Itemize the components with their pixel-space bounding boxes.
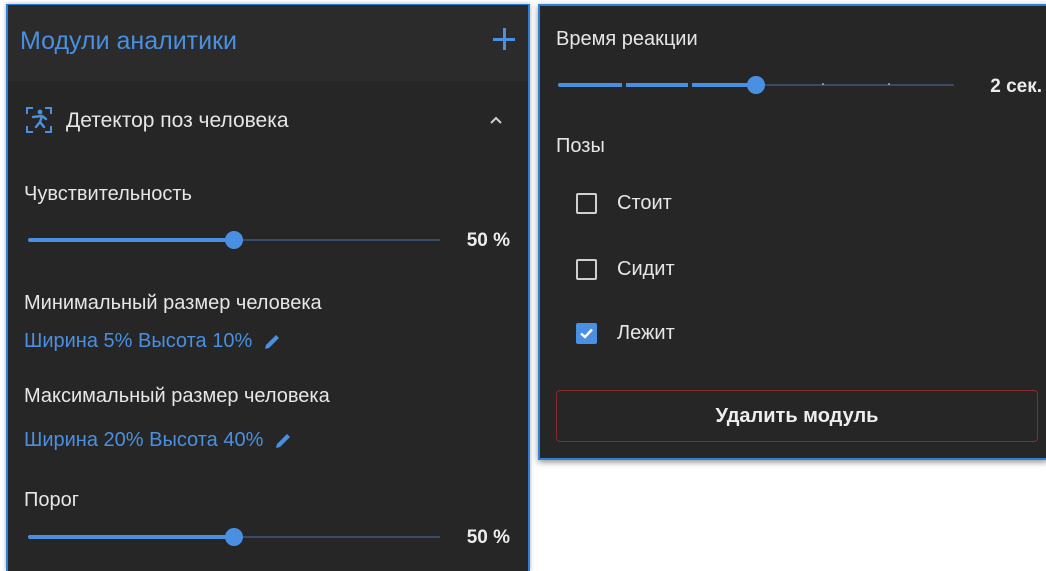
min-size-label: Минимальный размер человека — [24, 292, 322, 314]
delete-module-label: Удалить модуль — [715, 404, 879, 427]
reaction-time-slider[interactable] — [558, 75, 954, 95]
slider-step-gap — [622, 81, 626, 89]
pencil-icon — [265, 334, 280, 349]
slider-thumb[interactable] — [225, 231, 243, 249]
delete-module-button[interactable]: Удалить модуль — [556, 390, 1038, 442]
analytics-modules-panel: Модули аналитики Детектор поз человека Ч… — [6, 4, 530, 571]
sensitivity-label: Чувствительность — [24, 183, 192, 205]
pose-standing-label: Стоит — [617, 191, 672, 214]
max-size-value: Ширина 20% Высота 40% — [24, 429, 264, 451]
checkbox-box[interactable] — [576, 192, 597, 214]
max-size-label: Максимальный размер человека — [24, 385, 330, 407]
slider-fill — [558, 83, 756, 87]
threshold-slider[interactable] — [28, 527, 440, 547]
slider-fill — [28, 238, 234, 242]
checkbox-box[interactable] — [576, 322, 597, 344]
threshold-value: 50 % — [466, 527, 510, 548]
slider-fill — [28, 535, 234, 539]
reaction-time-value: 2 сек. — [990, 76, 1042, 97]
poses-label: Позы — [556, 135, 605, 157]
module-title: Детектор поз человека — [66, 109, 289, 132]
reaction-time-label: Время реакции — [556, 28, 698, 50]
min-size-edit-link[interactable]: Ширина 5% Высота 10% — [24, 330, 282, 353]
sensitivity-slider[interactable] — [28, 230, 440, 250]
checkbox-box[interactable] — [576, 258, 597, 280]
pose-standing-checkbox[interactable]: Стоит — [576, 188, 672, 218]
slider-step-gap — [688, 81, 692, 89]
pose-lying-checkbox[interactable]: Лежит — [576, 318, 675, 348]
slider-thumb[interactable] — [225, 528, 243, 546]
slider-tick — [822, 83, 824, 85]
check-icon — [580, 328, 593, 339]
add-module-button[interactable] — [490, 25, 518, 53]
min-size-value: Ширина 5% Высота 10% — [24, 330, 253, 352]
sensitivity-value: 50 % — [466, 230, 510, 251]
slider-thumb[interactable] — [747, 76, 765, 94]
pencil-icon — [276, 433, 291, 448]
module-settings-panel: Время реакции 2 сек. Позы Стоит Сидит Ле… — [538, 4, 1046, 460]
person-pose-icon — [26, 107, 52, 133]
pose-lying-label: Лежит — [617, 321, 675, 344]
pose-sitting-checkbox[interactable]: Сидит — [576, 254, 675, 284]
threshold-label: Порог — [24, 489, 80, 511]
panel-title: Модули аналитики — [20, 27, 237, 55]
module-header[interactable]: Детектор поз человека — [8, 95, 528, 145]
chevron-up-icon[interactable] — [488, 115, 504, 125]
panel-header: Модули аналитики — [8, 5, 528, 81]
slider-tick — [888, 83, 890, 85]
max-size-edit-link[interactable]: Ширина 20% Высота 40% — [24, 429, 293, 452]
pose-sitting-label: Сидит — [617, 257, 675, 280]
